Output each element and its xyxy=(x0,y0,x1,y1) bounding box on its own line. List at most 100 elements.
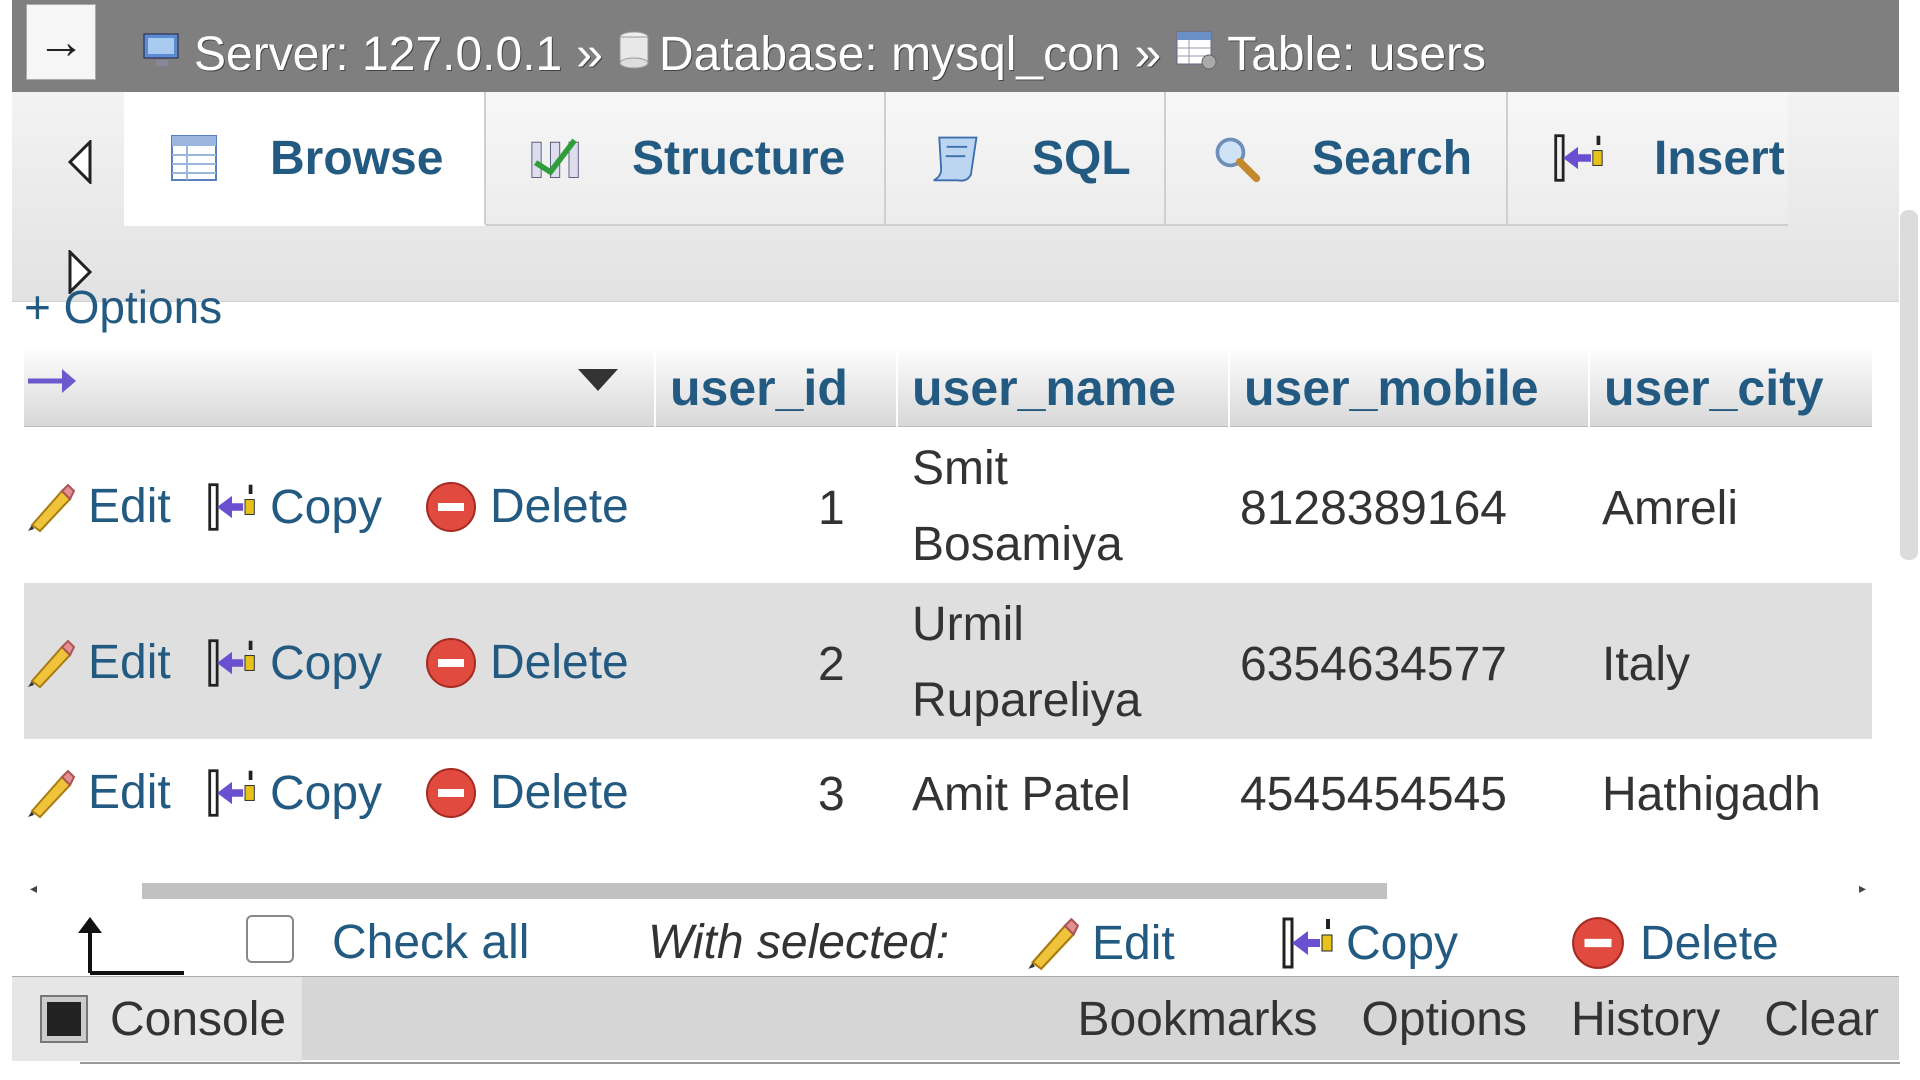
bulk-delete-label: Delete xyxy=(1640,916,1779,970)
cell-user-name: Rupareliya xyxy=(912,674,1142,727)
check-all-checkbox[interactable] xyxy=(246,915,294,963)
tabs-scroll-left-button[interactable] xyxy=(60,132,100,192)
cell-user-mobile: 6354634577 xyxy=(1240,638,1507,691)
edit-label: Edit xyxy=(88,636,171,689)
row-copy-link[interactable]: Copy xyxy=(206,479,382,535)
row-copy-link[interactable]: Copy xyxy=(206,765,382,821)
tab-sql[interactable]: SQL xyxy=(886,92,1166,226)
browse-icon xyxy=(168,132,220,184)
arrow-up-left-icon xyxy=(68,917,188,977)
bulk-copy-button[interactable]: Copy xyxy=(1280,915,1458,971)
cell-user-id: 3 xyxy=(818,768,845,821)
delete-label: Delete xyxy=(490,766,629,819)
horizontal-scrollbar[interactable]: ◂ ▸ xyxy=(24,880,1872,902)
tab-label: SQL xyxy=(1032,131,1131,185)
console-bookmarks-link[interactable]: Bookmarks xyxy=(1077,992,1317,1047)
row-delete-link[interactable]: Delete xyxy=(424,479,629,534)
breadcrumb-separator: » xyxy=(1134,27,1162,81)
cell-user-city: Italy xyxy=(1602,638,1691,691)
breadcrumb-table[interactable]: Table: users xyxy=(1227,27,1486,82)
column-header-user-id[interactable]: user_id xyxy=(656,345,896,427)
console-options-link[interactable]: Options xyxy=(1362,992,1527,1047)
tab-structure[interactable]: Structure xyxy=(486,92,886,226)
tab-label: Browse xyxy=(270,131,444,185)
tab-insert[interactable]: Insert xyxy=(1508,92,1788,226)
console-label: Console xyxy=(110,992,287,1046)
edit-pencil-icon xyxy=(1028,917,1080,971)
tab-bar: Browse Structure SQL Search Insert xyxy=(12,92,1899,302)
arrow-right-icon xyxy=(26,365,78,402)
edit-label: Edit xyxy=(88,766,171,819)
insert-icon xyxy=(1552,132,1604,184)
table-row: Edit Copy Delete 1 Smit Bosamiya 8128389… xyxy=(24,429,1872,583)
console-links: Bookmarks Options History Clear xyxy=(1033,977,1879,1061)
top-breadcrumb-bar: → Server: 127.0.0.1 » Database: mysql_co… xyxy=(12,0,1899,92)
cell-user-name: Smit xyxy=(912,442,1008,495)
bulk-delete-button[interactable]: Delete xyxy=(1570,915,1779,971)
scrollbar-thumb[interactable] xyxy=(142,883,1387,899)
console-bar: Console Bookmarks Options History Clear xyxy=(12,976,1899,1061)
console-history-link[interactable]: History xyxy=(1571,992,1720,1047)
sort-dropdown-icon[interactable] xyxy=(576,367,620,398)
column-header-label: user_city xyxy=(1604,360,1824,416)
table-row: Edit Copy Delete 2 Urmil Rupareliya 6354… xyxy=(24,583,1872,739)
console-toggle-button[interactable]: Console xyxy=(12,977,302,1061)
scroll-right-arrow-icon[interactable]: ▸ xyxy=(1859,880,1866,897)
bulk-copy-label: Copy xyxy=(1346,916,1459,970)
cell-user-mobile: 4545454545 xyxy=(1240,768,1507,821)
divider xyxy=(80,1062,1900,1064)
console-clear-link[interactable]: Clear xyxy=(1764,992,1879,1047)
copy-label: Copy xyxy=(270,766,383,820)
bulk-edit-label: Edit xyxy=(1092,916,1175,970)
cell-user-name: Bosamiya xyxy=(912,518,1123,571)
server-icon xyxy=(142,27,186,82)
cell-user-id: 2 xyxy=(818,638,845,691)
row-delete-link[interactable]: Delete xyxy=(424,765,629,820)
bulk-edit-button[interactable]: Edit xyxy=(1024,915,1175,971)
breadcrumb-separator: » xyxy=(576,27,603,81)
row-edit-link[interactable]: Edit xyxy=(24,635,171,690)
console-icon xyxy=(40,995,88,1043)
cell-user-name: Urmil xyxy=(912,598,1024,651)
delete-icon xyxy=(1572,917,1624,969)
column-header-user-mobile[interactable]: user_mobile xyxy=(1230,345,1588,427)
breadcrumb-database[interactable]: Database: mysql_con xyxy=(659,27,1121,82)
cell-user-city: Hathigadh xyxy=(1602,768,1821,821)
cell-user-city: Amreli xyxy=(1602,482,1739,535)
tab-label: Search xyxy=(1312,131,1473,185)
column-header-label: user_name xyxy=(912,360,1177,416)
options-toggle[interactable]: + Options xyxy=(24,280,222,334)
with-selected-label: With selected: xyxy=(648,916,950,969)
check-all-label[interactable]: Check all xyxy=(332,915,529,970)
search-icon xyxy=(1210,132,1262,184)
delete-label: Delete xyxy=(490,480,629,533)
structure-icon xyxy=(530,132,582,184)
copy-label: Copy xyxy=(270,636,383,690)
breadcrumb: Server: 127.0.0.1 » Database: mysql_con … xyxy=(142,14,1486,94)
tab-browse[interactable]: Browse xyxy=(124,92,486,226)
navigation-toggle-button[interactable]: → xyxy=(26,4,96,80)
table-row: Edit Copy Delete 3 Amit Patel 4545454545… xyxy=(24,739,1872,851)
scroll-left-arrow-icon[interactable]: ◂ xyxy=(30,880,37,897)
cell-user-mobile: 8128389164 xyxy=(1240,482,1507,535)
row-delete-link[interactable]: Delete xyxy=(424,635,629,690)
copy-label: Copy xyxy=(270,480,383,534)
header-actions-column xyxy=(24,345,654,427)
tab-search[interactable]: Search xyxy=(1166,92,1508,226)
column-header-user-city[interactable]: user_city xyxy=(1590,345,1872,427)
copy-icon xyxy=(1282,917,1333,969)
tab-label: Insert xyxy=(1654,131,1785,185)
row-edit-link[interactable]: Edit xyxy=(24,765,171,820)
row-edit-link[interactable]: Edit xyxy=(24,479,171,534)
cell-user-name: Amit Patel xyxy=(912,768,1131,821)
column-header-user-name[interactable]: user_name xyxy=(898,345,1228,427)
cell-user-id: 1 xyxy=(818,482,845,535)
bulk-actions-bar: Check all With selected: Edit Copy Delet… xyxy=(24,905,1872,975)
vertical-scrollbar[interactable] xyxy=(1900,210,1918,560)
column-header-label: user_mobile xyxy=(1244,360,1539,416)
edit-label: Edit xyxy=(88,480,171,533)
breadcrumb-server[interactable]: Server: 127.0.0.1 xyxy=(194,27,562,82)
table-icon xyxy=(1175,27,1219,82)
row-copy-link[interactable]: Copy xyxy=(206,635,382,691)
database-icon xyxy=(617,27,651,82)
